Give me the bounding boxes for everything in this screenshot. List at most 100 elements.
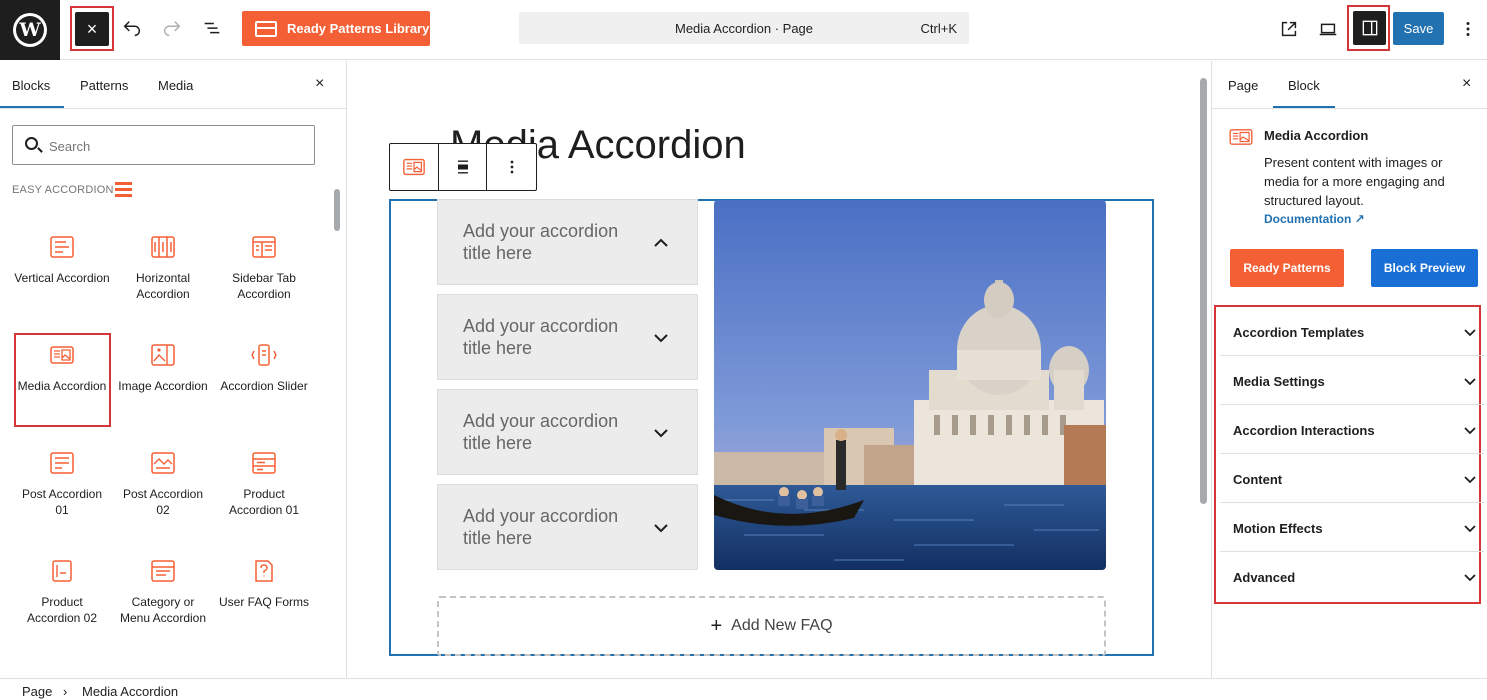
redo-icon[interactable] (157, 14, 187, 44)
panel-accordion-templates[interactable]: Accordion Templates (1220, 307, 1484, 356)
active-tab-indicator (0, 106, 64, 108)
block-product-accordion-02[interactable]: Product Accordion 02 (14, 546, 110, 638)
block-category-menu-accordion[interactable]: Category or Menu Accordion (115, 546, 211, 638)
block-vertical-accordion[interactable]: Vertical Accordion (14, 222, 110, 314)
image-accordion-icon (150, 342, 176, 368)
chevron-down-icon (1464, 525, 1476, 533)
chevron-down-icon (1464, 476, 1476, 484)
tab-media[interactable]: Media (158, 78, 193, 93)
undo-icon[interactable] (117, 14, 147, 44)
tab-page[interactable]: Page (1228, 78, 1258, 93)
breadcrumb-root[interactable]: Page (22, 684, 52, 699)
block-accordion-slider[interactable]: Accordion Slider (216, 330, 312, 422)
accordion-title[interactable]: Add your accordion title here (463, 315, 638, 359)
media-accordion-icon (1229, 129, 1253, 145)
patterns-icon (255, 20, 277, 37)
add-new-faq-button[interactable]: + Add New FAQ (437, 596, 1106, 656)
block-toolbar (389, 143, 537, 191)
block-card-title: Media Accordion (1264, 128, 1369, 143)
chevron-down-icon (1464, 427, 1476, 435)
accordion-item[interactable]: Add your accordion title here (437, 199, 698, 285)
panel-media-settings[interactable]: Media Settings (1220, 356, 1484, 405)
post-accordion-icon (49, 450, 75, 476)
panel-accordion-interactions[interactable]: Accordion Interactions (1220, 405, 1484, 454)
product-accordion-icon (49, 558, 75, 584)
block-post-accordion-01[interactable]: Post Accordion 01 (14, 438, 110, 530)
accordion-title[interactable]: Add your accordion title here (463, 505, 638, 549)
canvas-scrollbar[interactable] (1198, 62, 1210, 678)
search-icon (25, 137, 38, 150)
plus-icon: + (710, 614, 723, 637)
post-accordion-icon (150, 450, 176, 476)
tab-block[interactable]: Block (1288, 78, 1320, 93)
chevron-down-icon (1464, 378, 1476, 386)
tab-patterns[interactable]: Patterns (80, 78, 128, 93)
category-accordion-icon (150, 558, 176, 584)
breadcrumb-current[interactable]: Media Accordion (82, 684, 178, 699)
chevron-down-icon (1464, 574, 1476, 582)
chevron-down-icon[interactable] (652, 424, 670, 442)
editor-canvas: Media Accordion Add your accordion title… (348, 61, 1210, 678)
search-placeholder: Search (49, 139, 91, 154)
block-post-accordion-02[interactable]: Post Accordion 02 (115, 438, 211, 530)
block-user-faq-forms[interactable]: User FAQ Forms (216, 546, 312, 638)
ready-patterns-library-button[interactable]: Ready Patterns Library (242, 11, 430, 46)
accordion-item[interactable]: Add your accordion title here (437, 389, 698, 475)
view-external-icon[interactable] (1274, 14, 1304, 44)
block-card-description: Present content with images or media for… (1264, 155, 1445, 208)
panel-content[interactable]: Content (1220, 454, 1484, 503)
accordion-item[interactable]: Add your accordion title here (437, 484, 698, 570)
accordion-slider-icon (251, 342, 277, 368)
settings-sidebar-toggle-icon[interactable] (1353, 11, 1386, 45)
more-options-icon[interactable] (1453, 14, 1483, 44)
breadcrumb: Page › Media Accordion (0, 678, 1487, 700)
inserter-scrollbar[interactable] (333, 183, 341, 678)
vertical-accordion-icon (49, 234, 75, 260)
save-button[interactable]: Save (1393, 12, 1444, 45)
tab-blocks[interactable]: Blocks (12, 78, 50, 93)
chevron-down-icon (1464, 329, 1476, 337)
align-icon[interactable] (439, 144, 488, 190)
block-sidebar-tab-accordion[interactable]: Sidebar Tab Accordion (216, 222, 312, 314)
selected-block-highlight (14, 333, 111, 427)
panel-advanced[interactable]: Advanced (1220, 552, 1484, 601)
faq-form-icon (251, 558, 277, 584)
product-accordion-icon (251, 450, 277, 476)
close-sidebar-icon[interactable]: × (1462, 75, 1471, 93)
document-title: Media Accordion · Page (674, 21, 814, 36)
chevron-up-icon[interactable] (652, 234, 670, 252)
close-panel-icon[interactable]: × (315, 75, 324, 93)
venice-photo (714, 200, 1106, 570)
shortcut-hint: Ctrl+K (920, 21, 957, 36)
chevron-down-icon[interactable] (652, 519, 670, 537)
settings-sections-highlight: Accordion Templates Media Settings Accor… (1214, 305, 1484, 604)
accordion-item[interactable]: Add your accordion title here (437, 294, 698, 380)
inserter-tabs: Blocks Patterns Media × (0, 61, 346, 109)
block-search-input[interactable]: Search (12, 125, 315, 165)
accordion-title[interactable]: Add your accordion title here (463, 410, 638, 454)
active-tab-indicator (1273, 106, 1335, 108)
block-type-icon[interactable] (390, 144, 439, 190)
accordion-media-image[interactable] (714, 200, 1106, 570)
ready-patterns-button[interactable]: Ready Patterns (1230, 249, 1344, 287)
wordpress-logo-icon[interactable]: W (0, 0, 60, 60)
chevron-down-icon[interactable] (652, 329, 670, 347)
document-overview-icon[interactable] (197, 14, 227, 44)
documentation-link[interactable]: Documentation ↗ (1264, 212, 1365, 226)
block-image-accordion[interactable]: Image Accordion (115, 330, 211, 422)
settings-tabs: Page Block × (1212, 61, 1487, 109)
command-palette-bar[interactable]: Media Accordion · Page Ctrl+K (519, 12, 969, 44)
breadcrumb-separator: › (63, 684, 68, 699)
accordion-title[interactable]: Add your accordion title here (463, 220, 638, 264)
block-options-icon[interactable] (487, 144, 536, 190)
close-inserter-button[interactable]: × (75, 12, 109, 46)
block-horizontal-accordion[interactable]: Horizontal Accordion (115, 222, 211, 314)
block-product-accordion-01[interactable]: Product Accordion 01 (216, 438, 312, 530)
category-label: EASY ACCORDION (12, 184, 114, 196)
block-preview-button[interactable]: Block Preview (1371, 249, 1478, 287)
editor-header: W × Ready Patterns Library Media Accordi… (0, 0, 1487, 60)
device-preview-icon[interactable] (1313, 14, 1343, 44)
easy-accordion-category-icon (115, 182, 132, 197)
sidebar-tab-accordion-icon (251, 234, 277, 260)
panel-motion-effects[interactable]: Motion Effects (1220, 503, 1484, 552)
